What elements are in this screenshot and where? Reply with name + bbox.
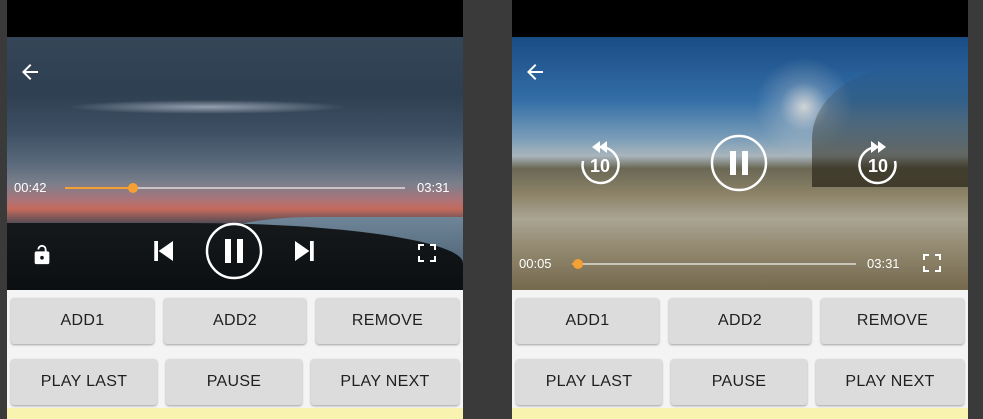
elapsed-time: 00:42 — [14, 180, 47, 195]
play-last-button[interactable]: PLAY LAST — [11, 359, 157, 405]
rewind-seconds-label: 10 — [589, 156, 611, 176]
status-bar — [512, 0, 968, 37]
elapsed-time: 00:05 — [519, 256, 552, 271]
pause-icon[interactable] — [205, 222, 263, 280]
back-arrow-icon[interactable] — [522, 59, 548, 85]
duration-time: 03:31 — [417, 180, 450, 195]
add2-button[interactable]: ADD2 — [164, 298, 306, 344]
pause-button[interactable]: PAUSE — [671, 359, 807, 405]
footer-strip — [512, 408, 968, 419]
remove-button[interactable]: REMOVE — [821, 298, 964, 344]
video-player[interactable]: 10 10 00:05 03:31 — [512, 37, 968, 290]
skip-next-icon[interactable] — [289, 235, 321, 267]
play-next-button[interactable]: PLAY NEXT — [311, 359, 459, 405]
footer-strip — [7, 408, 463, 419]
status-bar — [7, 0, 463, 37]
controls-panel: ADD1 ADD2 REMOVE PLAY LAST PAUSE PLAY NE… — [7, 290, 463, 419]
add2-button[interactable]: ADD2 — [669, 298, 811, 344]
left-phone-screen: 00:42 03:31 ADD1 ADD2 REMOVE PLAY LAST P… — [7, 0, 463, 419]
pause-button[interactable]: PAUSE — [166, 359, 302, 405]
lock-icon[interactable] — [29, 242, 55, 268]
forward-10-icon[interactable]: 10 — [854, 137, 902, 189]
seek-thumb[interactable] — [128, 183, 138, 193]
play-last-button[interactable]: PLAY LAST — [516, 359, 662, 405]
forward-seconds-label: 10 — [867, 156, 889, 176]
rewind-10-icon[interactable]: 10 — [576, 137, 624, 189]
seek-thumb[interactable] — [573, 259, 583, 269]
duration-time: 03:31 — [867, 256, 900, 271]
seek-bar-progress — [65, 187, 133, 189]
video-player[interactable]: 00:42 03:31 — [7, 37, 463, 290]
play-next-button[interactable]: PLAY NEXT — [816, 359, 964, 405]
pause-icon[interactable] — [710, 134, 768, 192]
seek-bar[interactable] — [572, 263, 856, 265]
controls-panel: ADD1 ADD2 REMOVE PLAY LAST PAUSE PLAY NE… — [512, 290, 968, 419]
add1-button[interactable]: ADD1 — [11, 298, 154, 344]
skip-previous-icon[interactable] — [147, 235, 179, 267]
remove-button[interactable]: REMOVE — [316, 298, 459, 344]
add1-button[interactable]: ADD1 — [516, 298, 659, 344]
fullscreen-icon[interactable] — [413, 239, 441, 267]
fullscreen-icon[interactable] — [918, 249, 946, 277]
back-arrow-icon[interactable] — [17, 59, 43, 85]
right-phone-screen: 10 10 00:05 03:31 ADD1 ADD2 REMOVE PLAY … — [512, 0, 968, 419]
